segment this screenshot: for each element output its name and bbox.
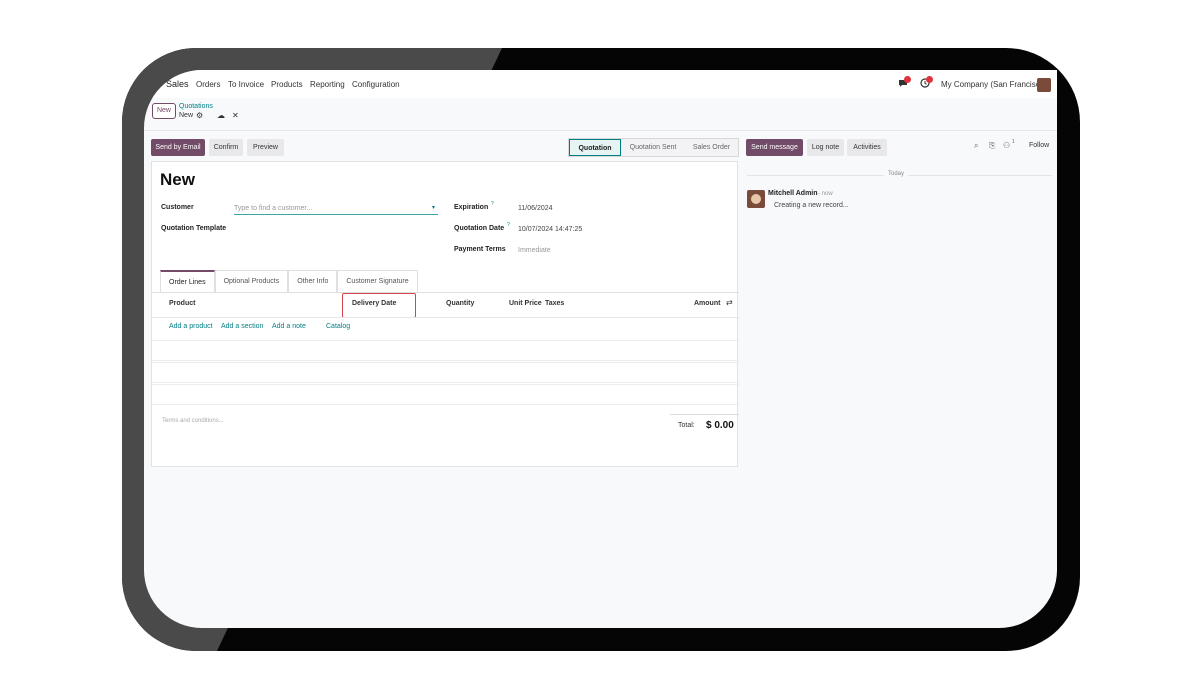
form-sheet: New Customer Type to find a customer... …: [151, 161, 739, 467]
add-note-link[interactable]: Add a note: [272, 323, 306, 330]
quotation-template-label: Quotation Template: [161, 225, 227, 232]
company-switcher[interactable]: My Company (San Francisco): [941, 80, 1047, 89]
sales-app-icon[interactable]: [152, 80, 160, 88]
chevron-down-icon[interactable]: ▾: [432, 204, 435, 211]
send-by-email-button[interactable]: Send by Email: [151, 139, 205, 156]
save-cloud-icon[interactable]: ☁: [217, 111, 225, 120]
column-taxes[interactable]: Taxes: [545, 300, 564, 307]
payment-terms-field[interactable]: Immediate: [518, 247, 551, 254]
gear-icon[interactable]: ⚙: [196, 111, 203, 120]
quotation-date-help-icon[interactable]: ?: [507, 222, 510, 228]
customer-label: Customer: [161, 204, 194, 211]
add-product-link[interactable]: Add a product: [169, 323, 213, 330]
activities-button[interactable]: Activities: [847, 139, 887, 156]
status-sales-order[interactable]: Sales Order: [685, 139, 738, 156]
total-label: Total:: [678, 422, 695, 429]
column-product[interactable]: Product: [169, 300, 195, 307]
status-quotation-sent[interactable]: Quotation Sent: [621, 139, 685, 156]
table-row: [152, 340, 739, 361]
expiration-help-icon[interactable]: ?: [491, 201, 494, 207]
catalog-link[interactable]: Catalog: [326, 323, 350, 330]
add-section-link[interactable]: Add a section: [221, 323, 263, 330]
menu-products[interactable]: Products: [271, 80, 303, 89]
delivery-date-highlight: [342, 293, 416, 318]
status-quotation[interactable]: Quotation: [569, 139, 621, 156]
log-note-button[interactable]: Log note: [807, 139, 844, 156]
app-screen: Sales Orders To Invoice Products Reporti…: [144, 70, 1057, 628]
message-author[interactable]: Mitchell Admin: [768, 190, 818, 197]
column-unit-price[interactable]: Unit Price: [509, 300, 542, 307]
tab-optional-products[interactable]: Optional Products: [214, 270, 289, 292]
new-record-button[interactable]: New: [152, 103, 176, 119]
menu-reporting[interactable]: Reporting: [310, 80, 345, 89]
status-bar: Quotation Quotation Sent Sales Order: [568, 138, 739, 157]
header-divider: [152, 317, 739, 318]
breadcrumb-quotations[interactable]: Quotations: [179, 103, 213, 110]
payment-terms-label: Payment Terms: [454, 246, 506, 253]
search-icon[interactable]: ⌕: [974, 141, 978, 151]
table-row: [152, 384, 739, 405]
table-row: [152, 362, 739, 383]
confirm-button[interactable]: Confirm: [209, 139, 243, 156]
total-value: $ 0.00: [706, 420, 734, 431]
preview-button[interactable]: Preview: [247, 139, 284, 156]
column-quantity[interactable]: Quantity: [446, 300, 474, 307]
user-avatar[interactable]: [1037, 78, 1051, 92]
message-body: Creating a new record...: [774, 202, 849, 209]
chat-icon[interactable]: [898, 76, 911, 88]
quotation-date-field[interactable]: 10/07/2024 14:47:25: [518, 226, 582, 233]
customer-input-underline: [234, 214, 438, 215]
total-divider: [670, 414, 739, 415]
tab-customer-signature[interactable]: Customer Signature: [337, 270, 418, 292]
menu-configuration[interactable]: Configuration: [352, 80, 400, 89]
follow-button[interactable]: Follow: [1029, 142, 1049, 149]
menu-orders[interactable]: Orders: [196, 80, 220, 89]
chatter-today-label: Today: [884, 171, 909, 177]
terms-conditions-input[interactable]: Terms and conditions...: [162, 418, 224, 424]
record-title: New: [160, 170, 195, 189]
author-avatar[interactable]: [747, 190, 765, 208]
column-settings-icon[interactable]: ⇄: [726, 298, 733, 307]
followers-count: 1: [1012, 139, 1015, 145]
menu-to-invoice[interactable]: To Invoice: [228, 80, 264, 89]
tab-order-lines[interactable]: Order Lines: [160, 270, 215, 292]
expiration-field[interactable]: 11/06/2024: [518, 205, 553, 212]
notebook-tabs: Order Lines Optional Products Other Info…: [160, 270, 418, 292]
followers-icon[interactable]: ⚇: [1003, 141, 1010, 150]
expiration-label: Expiration: [454, 204, 489, 211]
activity-clock-icon[interactable]: [920, 76, 933, 88]
tab-other-info[interactable]: Other Info: [288, 270, 338, 292]
tabs-divider: [152, 292, 739, 293]
column-amount[interactable]: Amount: [694, 300, 720, 307]
quotation-date-label: Quotation Date: [454, 225, 505, 232]
control-panel: Send by Email Confirm Preview Quotation …: [144, 130, 1057, 160]
customer-input[interactable]: Type to find a customer...: [234, 205, 312, 212]
top-navbar: Sales Orders To Invoice Products Reporti…: [144, 70, 1057, 98]
discard-close-icon[interactable]: ✕: [232, 111, 239, 120]
breadcrumb-current: New: [179, 112, 194, 119]
app-name[interactable]: Sales: [166, 79, 189, 89]
paperclip-icon[interactable]: ⎘: [989, 141, 995, 151]
send-message-button[interactable]: Send message: [746, 139, 803, 156]
message-time: - now: [818, 191, 833, 197]
